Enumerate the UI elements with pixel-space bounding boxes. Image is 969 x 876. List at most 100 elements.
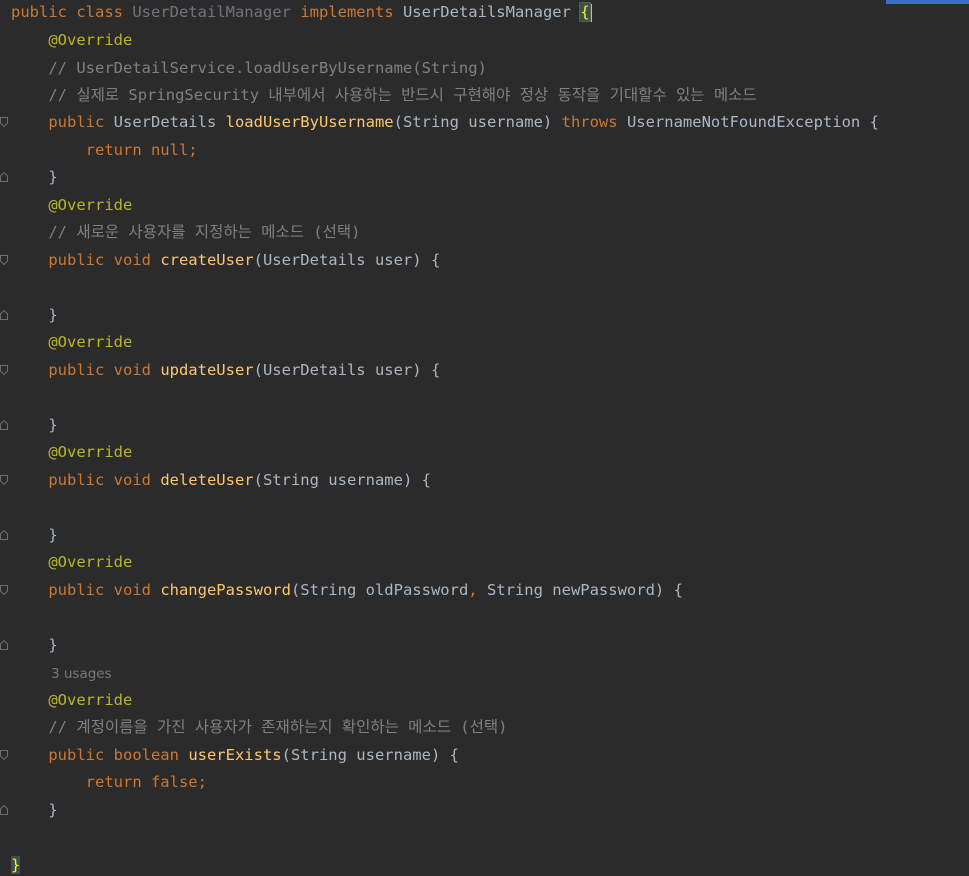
fold-start-icon[interactable] bbox=[0, 750, 8, 760]
code-token: UserDetailManager bbox=[132, 3, 301, 21]
code-line[interactable]: } bbox=[11, 634, 58, 656]
code-line[interactable]: } bbox=[11, 304, 58, 326]
code-token: String newPassword) { bbox=[486, 581, 683, 599]
code-line[interactable]: public UserDetails loadUserByUsername(St… bbox=[11, 111, 879, 133]
code-token: loadUserByUsername bbox=[225, 113, 394, 131]
code-token: public bbox=[48, 113, 114, 131]
code-token: updateUser bbox=[160, 361, 254, 379]
code-line[interactable]: @Override bbox=[11, 689, 132, 711]
code-line[interactable]: return null; bbox=[11, 139, 198, 161]
code-line[interactable]: public void createUser(UserDetails user)… bbox=[11, 249, 440, 271]
code-line[interactable]: public class UserDetailManager implement… bbox=[11, 1, 592, 23]
fold-start-icon[interactable] bbox=[0, 117, 8, 127]
code-line[interactable]: @Override bbox=[11, 551, 132, 573]
code-token: } bbox=[11, 801, 58, 819]
code-line[interactable]: } bbox=[11, 524, 58, 546]
fold-end-icon[interactable] bbox=[0, 640, 8, 650]
code-token: @Override bbox=[48, 443, 133, 461]
code-token: @Override bbox=[48, 691, 133, 709]
code-token: } bbox=[11, 168, 58, 186]
code-line[interactable]: @Override bbox=[11, 441, 132, 463]
code-line[interactable]: @Override bbox=[11, 29, 132, 51]
code-line[interactable]: } bbox=[11, 854, 21, 876]
fold-start-icon[interactable] bbox=[0, 255, 8, 265]
code-token: createUser bbox=[160, 251, 254, 269]
code-token: (String oldPassword bbox=[290, 581, 469, 599]
code-token: { bbox=[579, 2, 591, 22]
code-token: , bbox=[468, 581, 487, 599]
code-token: UsernameNotFoundException bbox=[626, 113, 870, 131]
code-token: public boolean bbox=[48, 746, 189, 764]
code-token: implements bbox=[300, 3, 403, 21]
fold-gutter bbox=[0, 0, 10, 876]
code-token: UserDetails bbox=[113, 113, 226, 131]
fold-end-icon[interactable] bbox=[0, 172, 8, 182]
code-line[interactable]: } bbox=[11, 414, 58, 436]
code-token: } bbox=[11, 306, 58, 324]
code-line[interactable]: // UserDetailService.loadUserByUsername(… bbox=[11, 57, 487, 79]
code-token: } bbox=[11, 416, 58, 434]
code-token: // 새로운 사용자를 지정하는 메소드 (선택) bbox=[48, 223, 361, 241]
code-line[interactable]: // 계정이름을 가진 사용자가 존재하는지 확인하는 메소드 (선택) bbox=[11, 716, 507, 738]
code-line[interactable]: public void updateUser(UserDetails user)… bbox=[11, 359, 440, 381]
code-token: throws bbox=[561, 113, 627, 131]
scroll-position-marker[interactable] bbox=[886, 0, 969, 4]
code-line[interactable]: } bbox=[11, 166, 58, 188]
fold-start-icon[interactable] bbox=[0, 365, 8, 375]
code-token: (String username) { bbox=[253, 471, 431, 489]
code-token: @Override bbox=[48, 553, 133, 571]
code-token: userExists bbox=[188, 746, 282, 764]
code-token: { bbox=[869, 113, 879, 131]
code-line[interactable]: public void changePassword(String oldPas… bbox=[11, 579, 683, 601]
code-line[interactable]: @Override bbox=[11, 194, 132, 216]
code-token: @Override bbox=[48, 333, 133, 351]
code-token: public void bbox=[48, 471, 161, 489]
code-token: (UserDetails user) { bbox=[253, 361, 441, 379]
code-token: public bbox=[11, 3, 77, 21]
code-token: (String username) { bbox=[281, 746, 459, 764]
code-token: changePassword bbox=[160, 581, 291, 599]
fold-end-icon[interactable] bbox=[0, 310, 8, 320]
code-token: } bbox=[11, 636, 58, 654]
code-token: return null; bbox=[85, 141, 198, 159]
text-caret bbox=[589, 3, 592, 22]
fold-end-icon[interactable] bbox=[0, 420, 8, 430]
code-line[interactable]: public void deleteUser(String username) … bbox=[11, 469, 431, 491]
code-line[interactable]: public boolean userExists(String usernam… bbox=[11, 744, 459, 766]
fold-start-icon[interactable] bbox=[0, 585, 8, 595]
fold-end-icon[interactable] bbox=[0, 805, 8, 815]
code-editor[interactable]: public class UserDetailManager implement… bbox=[0, 0, 969, 876]
code-token: @Override bbox=[48, 31, 133, 49]
inlay-hint-line[interactable]: 3 usages bbox=[51, 662, 112, 684]
code-line[interactable]: } bbox=[11, 799, 58, 821]
code-token: return false; bbox=[85, 773, 207, 791]
code-line[interactable]: return false; bbox=[11, 771, 207, 793]
code-token: (String username) bbox=[393, 113, 562, 131]
fold-start-icon[interactable] bbox=[0, 475, 8, 485]
code-line[interactable]: // 새로운 사용자를 지정하는 메소드 (선택) bbox=[11, 221, 360, 243]
code-token: class bbox=[76, 3, 133, 21]
fold-end-icon[interactable] bbox=[0, 530, 8, 540]
code-token: @Override bbox=[48, 196, 133, 214]
code-token: } bbox=[11, 526, 58, 544]
code-line[interactable]: // 실제로 SpringSecurity 내부에서 사용하는 반드시 구현해야… bbox=[11, 84, 756, 106]
code-token: deleteUser bbox=[160, 471, 254, 489]
code-token: UserDetailsManager bbox=[402, 3, 581, 21]
code-line[interactable]: @Override bbox=[11, 331, 132, 353]
code-token: // UserDetailService.loadUserByUsername(… bbox=[48, 59, 487, 77]
